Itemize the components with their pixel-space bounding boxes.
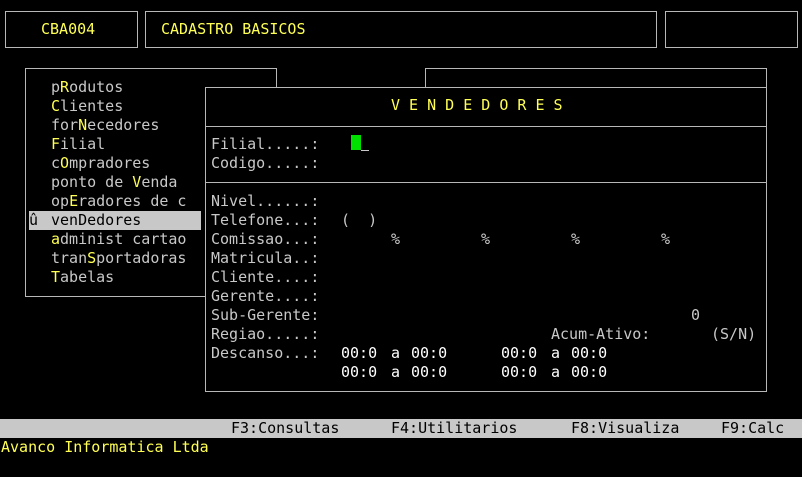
f8-visualiza-key[interactable]: F8:Visualiza	[571, 419, 679, 438]
descanso-time-field[interactable]: 00:0	[571, 363, 607, 382]
menu-item-label: ponto de	[51, 173, 133, 191]
cliente-label: Cliente....:	[211, 268, 320, 286]
descanso-time-field[interactable]: 00:0	[341, 363, 377, 382]
subgerente-label: Sub-Gerente:	[211, 306, 320, 324]
menu-item-label: radores de c	[78, 192, 187, 210]
comissao-1-percent: %	[391, 230, 401, 248]
descanso-separator: a	[391, 363, 401, 381]
menu-item-hotkey: O	[60, 154, 70, 172]
menu-item-hotkey: C	[51, 97, 61, 115]
menu-item-hotkey: V	[132, 173, 142, 191]
menu-item[interactable]: forNecedores	[51, 116, 159, 135]
descanso-time-field[interactable]: 00:0	[411, 344, 447, 363]
menu-item-label: abelas	[60, 268, 115, 286]
form-title-divider	[206, 126, 766, 127]
telefone-field[interactable]: ( )	[341, 211, 377, 230]
menu-item-label: c	[51, 154, 61, 172]
descanso-separator: a	[551, 363, 561, 381]
menu-item-hotkey: D	[78, 211, 88, 229]
gerente-label: Gerente....:	[211, 287, 320, 305]
menu-item-label: odutos	[69, 78, 124, 96]
menu-item-label: p	[51, 78, 61, 96]
descanso-separator: a	[551, 344, 561, 362]
menu-item-hotkey: N	[78, 116, 88, 134]
telefone-label: Telefone...:	[211, 211, 320, 229]
menu-item-hotkey: a	[51, 230, 61, 248]
f4-utilitarios-key[interactable]: F4:Utilitarios	[391, 419, 517, 438]
menu-item-label: portadoras	[96, 249, 187, 267]
menu-item[interactable]: administ cartao	[51, 230, 186, 249]
menu-item-label: tran	[51, 249, 88, 267]
menu-item-hotkey: S	[87, 249, 97, 267]
menu-item-label: ilial	[60, 135, 106, 153]
descanso-time-field[interactable]: 00:0	[501, 363, 537, 382]
menu-item-hotkey: T	[51, 268, 61, 286]
menu-item[interactable]: cOmpradores	[51, 154, 150, 173]
menu-item-label: dminist cartao	[60, 230, 187, 248]
descanso-separator: a	[391, 344, 401, 362]
input-underline	[361, 150, 369, 151]
comissao-4-percent: %	[661, 230, 671, 248]
menu-item-label: for	[51, 116, 79, 134]
filial-label: Filial.....:	[211, 135, 320, 153]
form-title: V E N D E D O R E S	[391, 96, 563, 114]
comissao-3-percent: %	[571, 230, 581, 248]
function-key-bar: F3:Consultas F4:Utilitarios F8:Visualiza…	[0, 419, 802, 438]
menu-item[interactable]: tranSportadoras	[51, 249, 186, 268]
menu-item[interactable]: û venDedores	[29, 211, 201, 230]
descanso-time-field[interactable]: 00:0	[501, 344, 537, 363]
filial-input[interactable]	[351, 135, 361, 150]
menu-item-label: op	[51, 192, 70, 210]
menu-item-label: mpradores	[69, 154, 151, 172]
menu-item[interactable]: Tabelas	[51, 268, 114, 287]
f9-calc-key[interactable]: F9:Calc	[721, 419, 784, 438]
form-key-divider	[206, 182, 766, 183]
menu-item-hotkey: E	[69, 192, 79, 210]
subgerente-value[interactable]: 0	[691, 306, 700, 325]
menu-item-label: lientes	[60, 97, 124, 115]
menu-item[interactable]: Filial	[51, 135, 105, 154]
menu-item-label: enda	[141, 173, 178, 191]
company-name: Avanco Informatica Ltda	[1, 438, 209, 456]
acum-ativo-hint: (S/N)	[711, 325, 757, 343]
f3-consultas-key[interactable]: F3:Consultas	[231, 419, 339, 438]
menu-item[interactable]: pRodutos	[51, 78, 123, 97]
menu-item-label: ecedores	[87, 116, 160, 134]
menu-item[interactable]: Clientes	[51, 97, 123, 116]
comissao-label: Comissao...:	[211, 230, 320, 248]
menu-selection-marker: û	[29, 211, 39, 229]
comissao-2-percent: %	[481, 230, 491, 248]
header-right-box	[665, 11, 798, 48]
descanso-time-field[interactable]: 00:0	[341, 344, 377, 363]
menu-item-label: ven	[51, 211, 79, 229]
acum-ativo-label: Acum-Ativo:	[551, 325, 651, 343]
menu-item-hotkey: F	[51, 135, 61, 153]
regiao-label: Regiao.....:	[211, 325, 320, 343]
codigo-label: Codigo.....:	[211, 154, 320, 172]
program-code: CBA004	[41, 20, 96, 38]
nivel-label: Nivel......:	[211, 192, 320, 210]
module-title: CADASTRO BASICOS	[161, 20, 306, 38]
descanso-time-field[interactable]: 00:0	[571, 344, 607, 363]
matricula-label: Matricula..:	[211, 249, 320, 267]
menu-item[interactable]: ponto de Venda	[51, 173, 177, 192]
menu-item-hotkey: R	[60, 78, 70, 96]
descanso-label: Descanso...:	[211, 344, 320, 362]
descanso-time-field[interactable]: 00:0	[411, 363, 447, 382]
background-panel	[425, 68, 767, 88]
menu-item-label: edores	[87, 211, 142, 229]
menu-item[interactable]: opEradores de c	[51, 192, 186, 211]
